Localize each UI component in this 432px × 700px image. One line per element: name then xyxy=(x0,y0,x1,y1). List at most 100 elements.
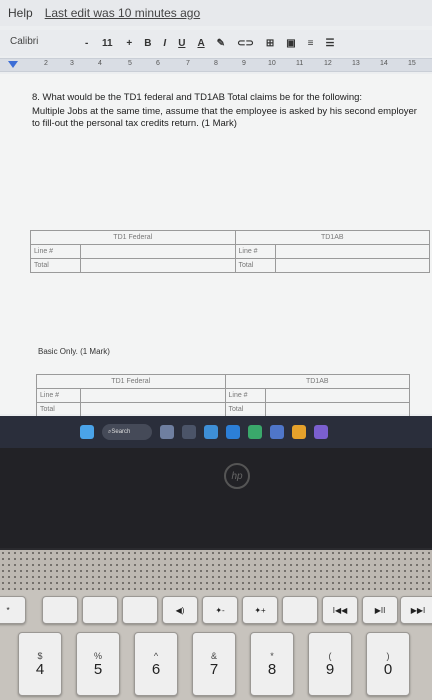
speaker-grille xyxy=(0,550,432,590)
italic-button[interactable]: I xyxy=(160,38,169,49)
mail-icon[interactable] xyxy=(226,425,240,439)
key-f4-volume[interactable]: ◀) xyxy=(162,596,198,624)
underline-button[interactable]: U xyxy=(175,38,188,49)
table-cell[interactable] xyxy=(80,402,226,417)
key-5[interactable]: % 5 xyxy=(76,632,120,696)
row-label-line: Line # xyxy=(224,388,266,403)
file-explorer-icon[interactable] xyxy=(204,425,218,439)
table-header-td1-federal: TD1 Federal xyxy=(36,374,226,389)
table-cell[interactable] xyxy=(274,244,430,259)
ruler-tick: 8 xyxy=(214,60,218,67)
text-color-button[interactable]: A xyxy=(194,38,207,49)
start-icon[interactable] xyxy=(80,425,94,439)
question-body: Multiple Jobs at the same time, assume t… xyxy=(32,106,417,129)
taskbar-search[interactable]: ⌕ Search xyxy=(102,424,152,440)
ruler-tick: 14 xyxy=(380,60,388,67)
key-symbol: ) xyxy=(386,650,390,661)
table-cell[interactable] xyxy=(80,258,236,273)
store-icon[interactable] xyxy=(270,425,284,439)
help-menu[interactable]: Help xyxy=(8,6,33,20)
table-cell[interactable] xyxy=(264,388,410,403)
screen: Help Last edit was 10 minutes ago Calibr… xyxy=(0,0,432,448)
ruler-tick: 6 xyxy=(156,60,160,67)
key-symbol: * xyxy=(270,650,274,661)
comment-icon[interactable]: ⊞ xyxy=(263,38,277,49)
taskbar: ⌕ Search xyxy=(0,416,432,448)
hp-logo-icon: hp xyxy=(224,463,250,489)
task-view-icon[interactable] xyxy=(160,425,174,439)
ruler-tick: 11 xyxy=(296,60,304,67)
key-f2[interactable] xyxy=(82,596,118,624)
line-spacing-icon[interactable]: ☰ xyxy=(323,38,338,49)
font-size-increase-button[interactable]: + xyxy=(123,38,135,49)
last-edit-link[interactable]: Last edit was 10 minutes ago xyxy=(45,6,200,20)
key-f10-next-track[interactable]: ▶▶I xyxy=(400,596,432,624)
row-label-line: Line # xyxy=(234,244,276,259)
menu-bar: Help Last edit was 10 minutes ago xyxy=(0,0,432,26)
key-f-esc[interactable]: * xyxy=(0,596,26,624)
key-0[interactable]: ) 0 xyxy=(366,632,410,696)
table-cell[interactable] xyxy=(80,388,226,403)
ruler-tick: 10 xyxy=(268,60,276,67)
edge-icon[interactable] xyxy=(248,425,262,439)
row-label-total: Total xyxy=(234,258,276,273)
key-symbol: $ xyxy=(37,650,43,661)
row-label-total: Total xyxy=(30,258,81,273)
indent-marker-icon[interactable] xyxy=(8,61,18,68)
align-icon[interactable]: ≡ xyxy=(305,38,317,49)
font-size-decrease-button[interactable]: - xyxy=(82,38,91,49)
key-f6-brightness-up[interactable]: ✦+ xyxy=(242,596,278,624)
key-f1[interactable] xyxy=(42,596,78,624)
key-4[interactable]: $ 4 xyxy=(18,632,62,696)
question-8: 8. What would be the TD1 federal and TD1… xyxy=(32,92,424,130)
row-label-line: Line # xyxy=(30,244,81,259)
claims-table-multiple-jobs: TD1 Federal TD1AB Line # Line # Total To… xyxy=(30,230,430,273)
key-9[interactable]: ( 9 xyxy=(308,632,352,696)
widgets-icon[interactable] xyxy=(182,425,196,439)
key-6[interactable]: ^ 6 xyxy=(134,632,178,696)
ruler-tick: 7 xyxy=(186,60,190,67)
ruler-tick: 15 xyxy=(408,60,416,67)
row-label-total: Total xyxy=(224,402,266,417)
key-digit: 4 xyxy=(35,660,45,678)
table-header-td1ab: TD1AB xyxy=(224,374,410,389)
link-icon[interactable]: ⊂⊃ xyxy=(234,38,257,49)
key-symbol: % xyxy=(93,650,102,661)
key-digit: 9 xyxy=(325,660,335,678)
chrome-icon[interactable] xyxy=(292,425,306,439)
image-icon[interactable]: ▣ xyxy=(283,38,298,49)
table-cell[interactable] xyxy=(264,402,410,417)
key-f7[interactable] xyxy=(282,596,318,624)
table-cell[interactable] xyxy=(274,258,430,273)
ruler-tick: 9 xyxy=(242,60,246,67)
key-f5-brightness-down[interactable]: ✦- xyxy=(202,596,238,624)
key-f9-play-pause[interactable]: ▶II xyxy=(362,596,398,624)
key-symbol: ^ xyxy=(153,650,159,661)
font-size-input[interactable]: 11 xyxy=(97,38,117,49)
key-f8-prev-track[interactable]: I◀◀ xyxy=(322,596,358,624)
basic-only-label: Basic Only. (1 Mark) xyxy=(38,347,110,356)
ruler-tick: 2 xyxy=(44,60,48,67)
ruler-tick: 13 xyxy=(352,60,360,67)
bold-button[interactable]: B xyxy=(141,38,154,49)
font-select[interactable]: Calibri xyxy=(6,34,76,52)
search-label: Search xyxy=(111,429,131,435)
teams-icon[interactable] xyxy=(314,425,328,439)
laptop-bezel xyxy=(0,448,432,548)
key-symbol: & xyxy=(210,650,217,661)
row-label-line: Line # xyxy=(36,388,81,403)
key-symbol: ( xyxy=(328,650,332,661)
highlight-icon[interactable]: ✎ xyxy=(214,38,228,49)
key-digit: 5 xyxy=(93,660,103,678)
claims-table-basic: TD1 Federal TD1AB Line # Line # Total To… xyxy=(36,374,410,417)
table-cell[interactable] xyxy=(80,244,236,259)
key-f3[interactable] xyxy=(122,596,158,624)
question-title: 8. What would be the TD1 federal and TD1… xyxy=(32,92,363,103)
row-label-total: Total xyxy=(36,402,81,417)
key-8[interactable]: * 8 xyxy=(250,632,294,696)
key-7[interactable]: & 7 xyxy=(192,632,236,696)
ruler: 2 3 4 5 6 7 8 9 10 11 12 13 14 15 xyxy=(0,58,432,72)
ruler-tick: 5 xyxy=(128,60,132,67)
ruler-tick: 12 xyxy=(324,60,332,67)
key-digit: 6 xyxy=(151,660,161,678)
